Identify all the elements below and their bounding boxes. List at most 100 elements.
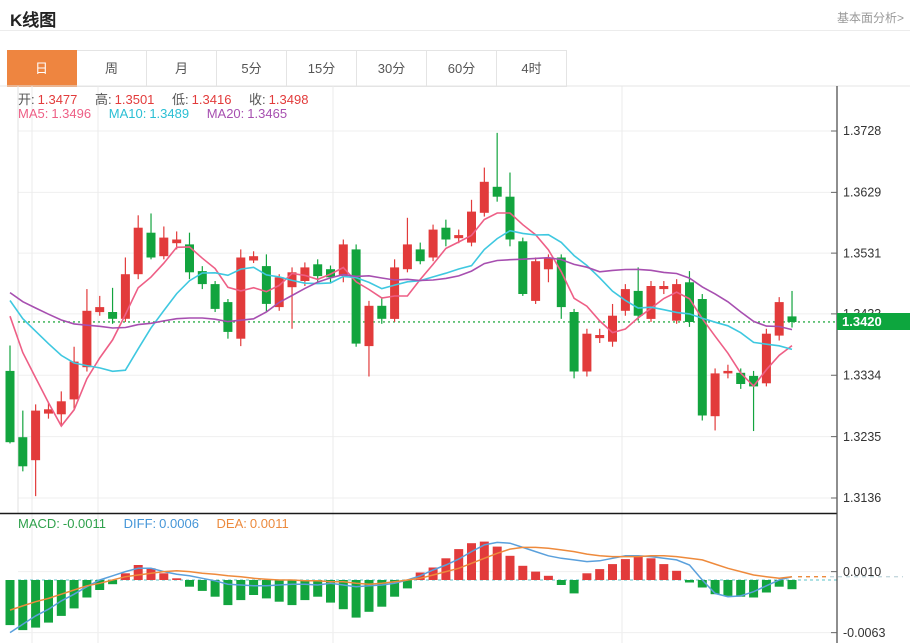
candle [659,286,668,289]
candle [467,212,476,243]
candle [18,437,27,466]
diff-value: 0.0006 [159,516,199,531]
dea-value: 0.0011 [250,516,289,531]
open-label: 开: [18,92,35,107]
candle [159,238,168,257]
candle [788,316,797,322]
macd-bar [723,580,732,596]
macd-axis-label: 0.0010 [843,565,881,579]
candle [211,284,220,309]
candle [582,334,591,372]
current-price-badge: 1.3420 [837,313,910,330]
macd-bar [659,564,668,580]
macd-bar [198,580,207,591]
candle [403,244,412,269]
ma5-value: 1.3496 [51,106,91,121]
macd-bar [531,572,540,580]
macd-bar [711,580,720,594]
candle [70,362,79,400]
macd-bar [57,580,66,616]
macd-bar [582,573,591,580]
dea-label: DEA: [217,516,247,531]
y-axis-label: 1.3728 [843,124,881,138]
candle [480,182,489,213]
close-value: 1.3498 [269,92,309,107]
candle [185,244,194,272]
candle [6,371,15,442]
macd-bar [31,580,40,628]
candle [108,312,117,319]
macd-bar [249,580,258,595]
macd-bar [6,580,15,625]
macd-bar [672,571,681,580]
candle [634,291,643,316]
macd-bar [454,549,463,580]
macd-bar [634,556,643,580]
ma10-value: 1.3489 [149,106,189,121]
ma10-label: MA10: [109,106,147,121]
ma20-value: 1.3465 [247,106,287,121]
macd-bar [518,566,527,580]
candle [352,249,361,343]
diff-label: DIFF: [124,516,157,531]
macd-bar [159,573,168,580]
macd-bar [544,576,553,580]
candle [416,249,425,261]
candle [685,282,694,322]
macd-bar [275,580,284,602]
macd-bar [313,580,322,597]
macd-bar [595,569,604,580]
candle [429,230,438,258]
macd-bar [570,580,579,593]
candle [544,258,553,270]
y-axis-label: 1.3235 [843,430,881,444]
candle [249,256,258,260]
ma20-label: MA20: [207,106,245,121]
candle [121,274,130,319]
candle [223,302,232,332]
candle [172,240,181,244]
candle [775,302,784,336]
macd-bar [236,580,245,600]
candle [441,228,450,240]
y-axis-label: 1.3531 [843,246,881,260]
y-axis-label: 1.3334 [843,369,881,383]
candle [147,233,156,258]
macd-bar [608,564,617,580]
y-axis-label: 1.3136 [843,491,881,505]
candle [57,401,66,414]
candle [313,264,322,276]
candle [390,267,399,319]
y-axis-label: 1.3629 [843,186,881,200]
close-label: 收: [249,92,266,107]
macd-legend: MACD:-0.0011 DIFF:0.0006 DEA:0.0011 [18,516,292,531]
low-label: 低: [172,92,189,107]
macd-axis-label: -0.0063 [843,626,885,640]
macd-bar [185,580,194,587]
open-value: 1.3477 [38,92,78,107]
macd-bar [788,580,797,589]
candle [262,266,271,304]
macd-bar [647,558,656,580]
candle [134,228,143,275]
candle [82,311,91,367]
candle [531,261,540,301]
macd-bar [749,580,758,598]
high-value: 1.3501 [115,92,155,107]
macd-bar [557,580,566,585]
candle [595,335,604,338]
macd-bar [300,580,309,600]
macd-value: -0.0011 [63,516,106,531]
candle [736,373,745,384]
candle [647,286,656,319]
macd-bar [262,580,271,598]
candle [377,306,386,319]
candle [365,306,374,346]
macd-bar [621,559,630,580]
ma-legend: MA5:1.3496 MA10:1.3489 MA20:1.3465 [18,106,290,121]
low-value: 1.3416 [192,92,232,107]
macd-bar [44,580,53,623]
macd-label: MACD: [18,516,60,531]
candle [31,411,40,461]
macd-bar [506,556,515,580]
